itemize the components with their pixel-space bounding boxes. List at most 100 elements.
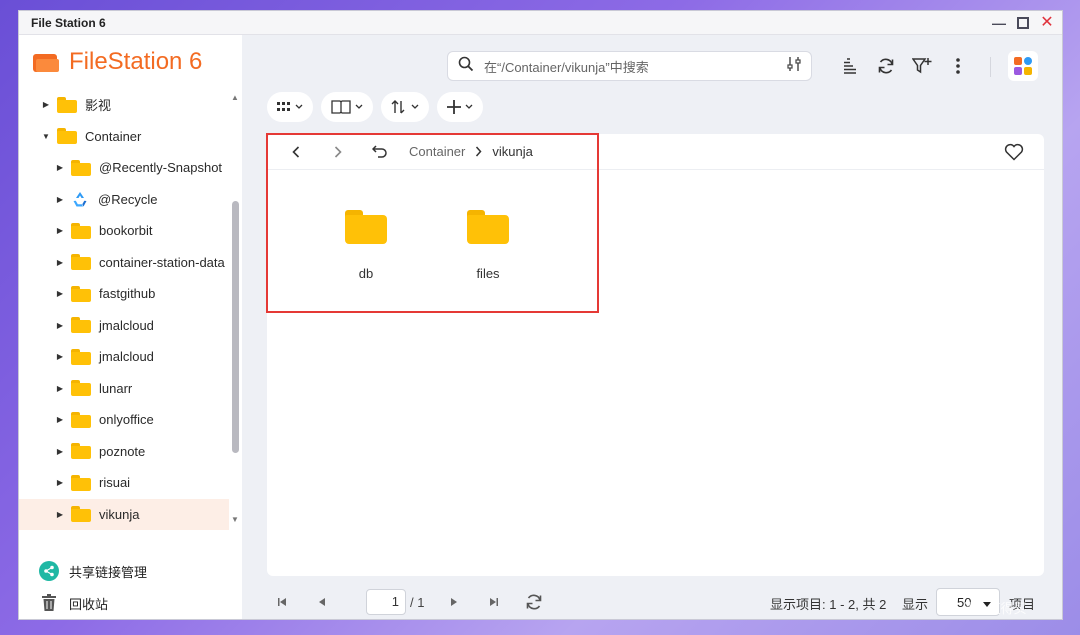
file-panel: Container vikunja db files xyxy=(266,133,1044,576)
share-icon xyxy=(39,561,59,581)
panel-layout-button[interactable] xyxy=(321,92,373,122)
folder-icon xyxy=(71,222,91,239)
caret-right-icon[interactable]: ▶ xyxy=(55,289,65,298)
sidebar-scrollbar[interactable]: ▲ ▼ xyxy=(229,89,241,531)
sidebar-tree-item[interactable]: ▶ @Recently-Snapshot xyxy=(19,152,229,184)
sidebar-tree-label: lunarr xyxy=(99,380,133,396)
caret-right-icon[interactable]: ▶ xyxy=(55,195,65,204)
recycle-bin[interactable]: 回收站 xyxy=(19,587,242,619)
caret-right-icon[interactable]: ▶ xyxy=(55,415,65,424)
sidebar-tree-item[interactable]: ▶ fastgithub xyxy=(19,278,229,310)
caret-right-icon[interactable]: ▶ xyxy=(55,226,65,235)
folder-icon xyxy=(57,128,77,145)
folder-icon xyxy=(71,159,91,176)
search-input[interactable]: 在“/Container/vikunja”中搜索 xyxy=(447,51,812,81)
caret-right-icon[interactable]: ▶ xyxy=(55,478,65,487)
caret-right-icon[interactable]: ▶ xyxy=(55,510,65,519)
previous-page-icon[interactable] xyxy=(302,587,342,617)
toolbar-divider xyxy=(990,57,991,77)
maximize-icon[interactable] xyxy=(1016,16,1030,30)
background-tasks-icon[interactable] xyxy=(832,51,868,81)
sidebar-tree-label: poznote xyxy=(99,443,146,459)
more-options-icon[interactable] xyxy=(940,51,976,81)
folder-icon xyxy=(71,443,91,460)
file-station-window: File Station 6 — ✕ FileStation 6 ▶ 影视 ▼ Con… xyxy=(18,10,1063,620)
up-level-icon[interactable] xyxy=(359,134,401,170)
reload-icon[interactable] xyxy=(514,587,554,617)
caret-right-icon[interactable]: ▶ xyxy=(55,384,65,393)
sidebar-tree-item[interactable]: ▶ jmalcloud xyxy=(19,310,229,342)
search-placeholder: 在“/Container/vikunja”中搜索 xyxy=(484,59,649,75)
scroll-down-icon[interactable]: ▼ xyxy=(229,515,241,527)
watermark: 值 什么值得买 xyxy=(945,601,1027,616)
sidebar-tree-item[interactable]: ▶ bookorbit xyxy=(19,215,229,247)
app-name: FileStation 6 xyxy=(69,48,203,75)
file-name: db xyxy=(358,266,374,281)
file-name: files xyxy=(476,266,500,281)
breadcrumb-current[interactable]: vikunja xyxy=(492,144,532,159)
sidebar-tree-item[interactable]: ▶ poznote xyxy=(19,436,229,468)
sidebar-tree-item[interactable]: ▶ container-station-data xyxy=(19,247,229,279)
window-title: File Station 6 xyxy=(31,15,106,30)
back-icon[interactable] xyxy=(275,134,317,170)
sidebar-tree-label: container-station-data xyxy=(99,254,225,270)
folder-icon xyxy=(57,96,77,113)
caret-right-icon[interactable]: ▶ xyxy=(55,163,65,172)
folder-icon xyxy=(71,411,91,428)
sidebar-tree-label: 影视 xyxy=(85,98,112,114)
caret-right-icon[interactable]: ▶ xyxy=(55,258,65,267)
sidebar-tree-item[interactable]: ▶ jmalcloud xyxy=(19,341,229,373)
sort-button[interactable] xyxy=(381,92,429,122)
first-page-icon[interactable] xyxy=(262,587,302,617)
window-controls: — ✕ xyxy=(992,14,1054,30)
app-logo: FileStation 6 xyxy=(19,35,242,89)
sidebar-tree-label: vikunja xyxy=(99,506,140,522)
folder-icon xyxy=(71,348,91,365)
app-center-icon[interactable] xyxy=(1008,51,1038,81)
last-page-icon[interactable] xyxy=(474,587,514,617)
sidebar-tree-item[interactable]: ▶ @Recycle xyxy=(19,184,229,216)
sidebar-tree-item[interactable]: ▶ vikunja xyxy=(19,498,229,530)
create-button[interactable] xyxy=(437,92,483,122)
book-icon xyxy=(331,100,351,114)
share-link-management[interactable]: 共享链接管理 xyxy=(19,555,242,587)
grid-view-icon xyxy=(277,102,290,111)
chevron-down-icon xyxy=(465,104,473,109)
breadcrumb-chevron-icon xyxy=(475,146,482,157)
caret-right-icon[interactable]: ▶ xyxy=(55,447,65,456)
sidebar-tree-item[interactable]: ▼ Container xyxy=(19,121,229,153)
sidebar-tree-item[interactable]: ▶ onlyoffice xyxy=(19,404,229,436)
caret-down-icon[interactable]: ▼ xyxy=(41,132,51,141)
refresh-icon[interactable] xyxy=(868,51,904,81)
view-toolbar xyxy=(267,92,483,122)
navigation-bar: Container vikunja xyxy=(267,134,1044,170)
breadcrumb-parent[interactable]: Container xyxy=(409,144,465,159)
caret-right-icon[interactable]: ▶ xyxy=(55,352,65,361)
sidebar-tree-item[interactable]: ▶ 影视 xyxy=(19,89,229,121)
scroll-up-icon[interactable]: ▲ xyxy=(229,93,241,105)
sidebar: FileStation 6 ▶ 影视 ▼ Container ▶ @Recently-Sn… xyxy=(19,35,242,619)
sidebar-tree-item[interactable]: ▶ lunarr xyxy=(19,373,229,405)
minimize-icon[interactable]: — xyxy=(992,16,1006,30)
next-page-icon[interactable] xyxy=(434,587,474,617)
chevron-down-icon xyxy=(355,104,363,109)
page-number-input[interactable]: 1 xyxy=(366,589,406,615)
title-bar: File Station 6 — ✕ xyxy=(19,11,1062,35)
file-item[interactable]: db xyxy=(305,210,427,281)
scrollbar-thumb[interactable] xyxy=(232,201,239,453)
search-icon xyxy=(458,56,474,77)
sidebar-tree-label: jmalcloud xyxy=(99,317,154,333)
sidebar-tree-item[interactable]: ▶ risuai xyxy=(19,467,229,499)
forward-icon[interactable] xyxy=(317,134,359,170)
caret-right-icon[interactable]: ▶ xyxy=(41,100,51,109)
view-mode-button[interactable] xyxy=(267,92,313,122)
filter-add-icon[interactable] xyxy=(904,51,940,81)
file-item[interactable]: files xyxy=(427,210,549,281)
favorite-heart-icon[interactable] xyxy=(1004,143,1024,166)
file-grid: db files xyxy=(267,170,1044,281)
folder-icon xyxy=(71,285,91,302)
main-area: 在“/Container/vikunja”中搜索 Container vikun… xyxy=(242,35,1062,619)
search-filter-icon[interactable] xyxy=(787,56,801,77)
caret-right-icon[interactable]: ▶ xyxy=(55,321,65,330)
close-icon[interactable]: ✕ xyxy=(1040,14,1054,30)
